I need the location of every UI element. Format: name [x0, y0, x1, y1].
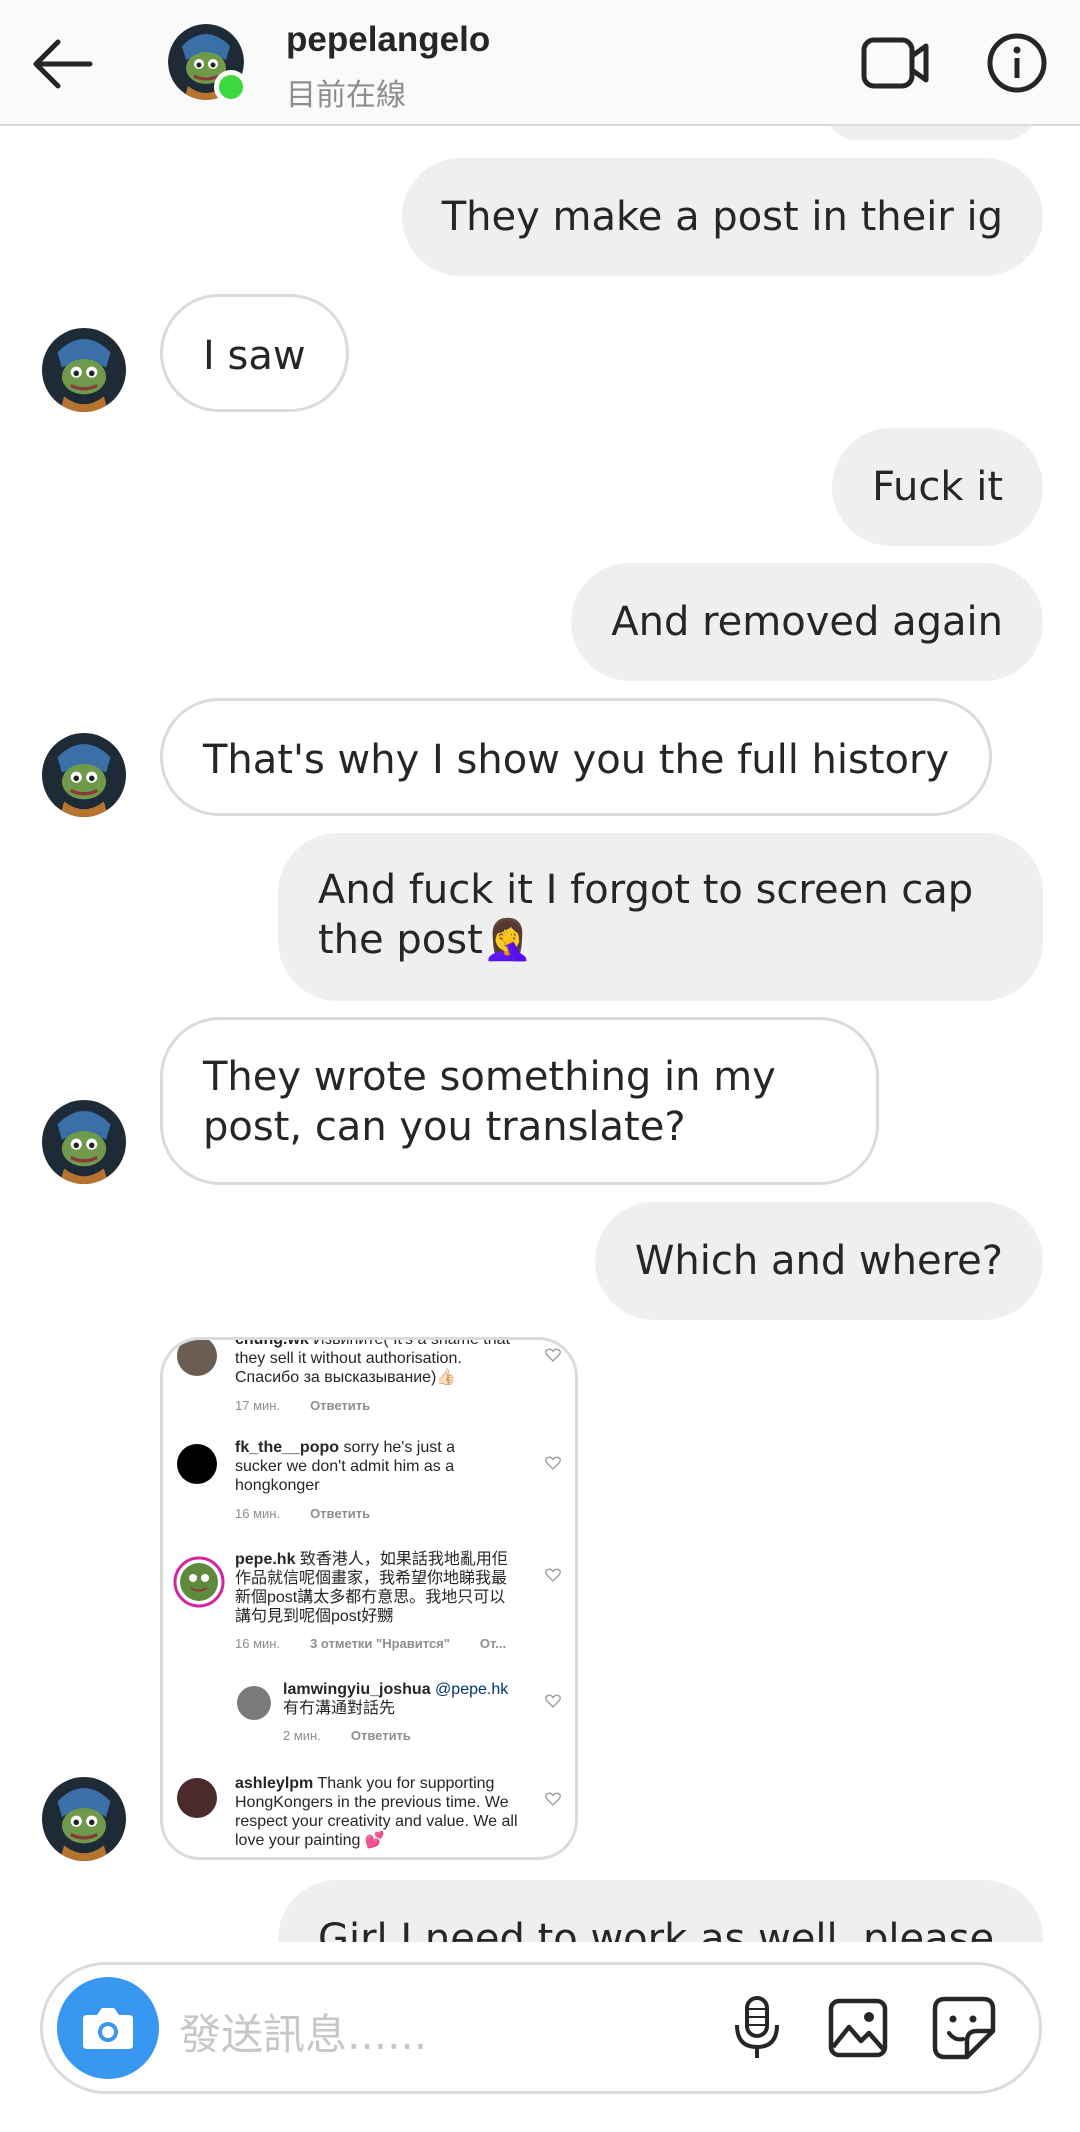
- message-bubble-outgoing[interactable]: Fuck it: [832, 428, 1043, 546]
- comment-meta: 2 мин. Ответить: [283, 1728, 411, 1743]
- pepe-portrait-avatar: [42, 1777, 126, 1861]
- heart-icon: [545, 1348, 561, 1362]
- heart-icon: [545, 1792, 561, 1806]
- comment-avatar: [173, 1556, 225, 1608]
- sender-avatar[interactable]: [42, 328, 126, 412]
- message-bubble-incoming[interactable]: They wrote something in my post, can you…: [160, 1017, 879, 1185]
- gallery-button[interactable]: [827, 1997, 889, 2059]
- message-bubble-outgoing[interactable]: They make a post in their ig: [401, 158, 1043, 276]
- message-bubble-outgoing[interactable]: And removed again: [571, 563, 1043, 681]
- comment-text: lamwingyiu_joshua @pepe.hk 有冇溝通對話先: [283, 1681, 509, 1717]
- direct-message-screen: pepelangelo 目前在線 They make a post in the…: [0, 0, 1080, 2132]
- comment-meta: 17 мин. Ответить: [235, 1398, 371, 1413]
- microphone-icon: [735, 1996, 779, 2058]
- back-button[interactable]: [28, 28, 100, 100]
- comment-text: fk_the__popo sorry he's just a sucker we…: [235, 1439, 456, 1494]
- online-status-dot: [214, 70, 248, 104]
- heart-icon: [545, 1456, 561, 1470]
- heart-icon: [545, 1694, 561, 1708]
- heart-icon: [545, 1568, 561, 1582]
- image-icon: [828, 1998, 888, 2058]
- sender-avatar[interactable]: [42, 1100, 126, 1184]
- comment-avatar: [177, 1778, 217, 1818]
- comment-avatar: [237, 1686, 271, 1720]
- chat-header: pepelangelo 目前在線: [0, 0, 1080, 126]
- sticker-button[interactable]: [931, 1995, 997, 2061]
- sticker-icon: [932, 1996, 996, 2060]
- camera-button[interactable]: [57, 1977, 159, 2079]
- comment-meta: 16 мин. Ответить: [235, 1506, 371, 1521]
- message-bubble-outgoing[interactable]: Girl I need to work as well, please: [278, 1880, 1043, 1942]
- sender-avatar[interactable]: [42, 733, 126, 817]
- pepe-portrait-avatar: [42, 733, 126, 817]
- message-bubble-outgoing[interactable]: Which and where?: [594, 1202, 1043, 1320]
- comment-text: chung.wk Извините( It's a shame that the…: [235, 1337, 510, 1386]
- comment-meta: 16 мин. 3 отметки "Нравится" От...: [235, 1636, 507, 1651]
- comment-avatar: [177, 1444, 217, 1484]
- pepe-portrait-avatar: [42, 328, 126, 412]
- sender-avatar[interactable]: [42, 1777, 126, 1861]
- comment-text: ashleylpm Thank you for supporting HongK…: [235, 1775, 518, 1849]
- message-clip-region: Girl I need to work as well, please: [0, 1870, 1080, 1942]
- header-active-status: 目前在線: [286, 78, 406, 113]
- shared-image-message[interactable]: chung.wk Извините( It's a shame that the…: [160, 1337, 578, 1860]
- video-call-button[interactable]: [860, 30, 932, 96]
- message-composer: 發送訊息......: [40, 1962, 1042, 2094]
- message-input[interactable]: 發送訊息......: [179, 2001, 427, 2062]
- message-bubble-incoming[interactable]: I saw: [160, 294, 349, 412]
- pepe-portrait-avatar: [42, 1100, 126, 1184]
- message-bubble-incoming[interactable]: That's why I show you the full history: [160, 698, 993, 816]
- voice-message-button[interactable]: [727, 1995, 787, 2061]
- comment-avatar: [177, 1340, 217, 1376]
- header-username[interactable]: pepelangelo: [286, 20, 490, 60]
- video-camera-icon: [861, 37, 929, 89]
- camera-icon: [83, 2008, 133, 2049]
- info-button[interactable]: [986, 32, 1048, 94]
- comment-text: pepe.hk 致香港人，如果話我地亂用佢作品就信呢個畫家，我希望你地睇我最新個…: [235, 1551, 508, 1625]
- message-bubble-outgoing[interactable]: And fuck it I forgot to screen cap the p…: [278, 833, 1043, 1001]
- arrow-left-icon: [33, 39, 93, 89]
- info-icon: [987, 33, 1047, 93]
